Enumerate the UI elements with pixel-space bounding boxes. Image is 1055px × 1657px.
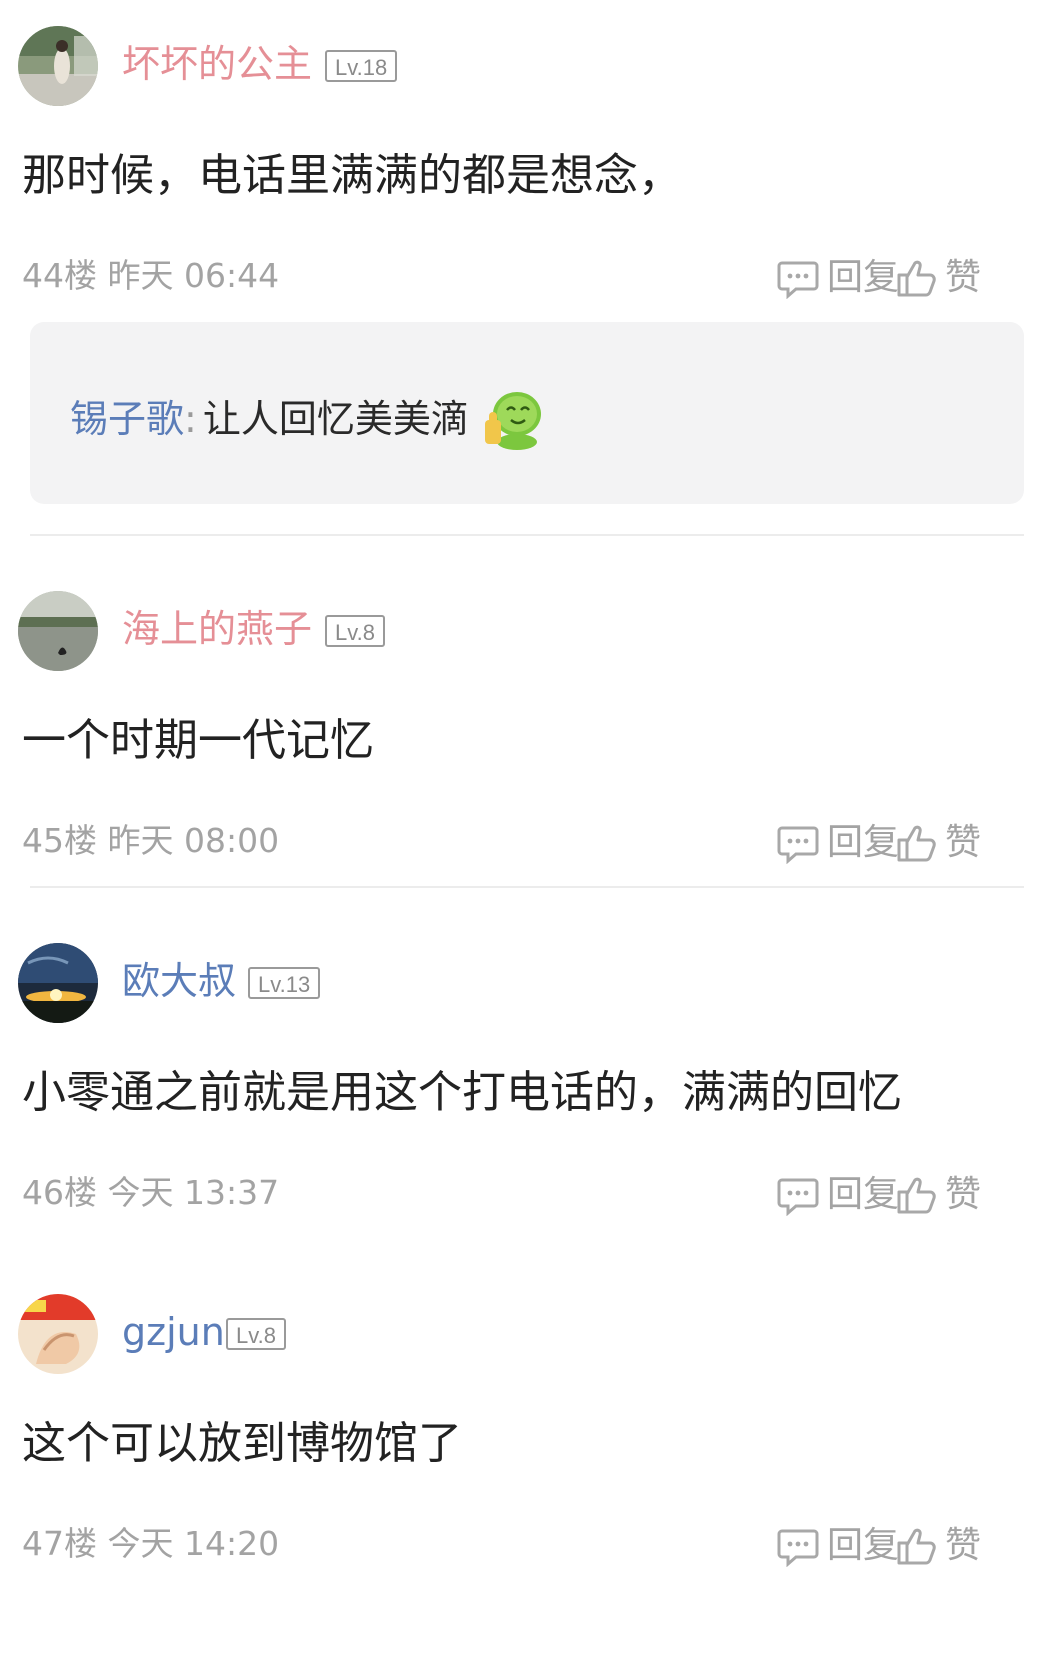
like-label: 赞	[945, 1174, 982, 1215]
reply-label: 回复	[827, 257, 900, 298]
floor-and-time: 45楼 昨天 08:00	[22, 821, 280, 860]
thumbs-up-icon	[897, 260, 936, 297]
sub-reply: 锡子歌 : 让人回忆美美滴	[70, 384, 547, 454]
user-avatar[interactable]	[18, 1294, 98, 1374]
level-badge: Lv.18	[325, 50, 398, 82]
comment-bubble-icon	[777, 1529, 819, 1567]
username[interactable]: gzjun	[122, 1306, 225, 1358]
reply-label: 回复	[827, 822, 900, 863]
like-button[interactable]: 赞	[895, 252, 981, 304]
reply-label: 回复	[827, 1525, 900, 1566]
floor-and-time: 46楼 今天 13:37	[22, 1173, 280, 1212]
sub-reply-box[interactable]: 锡子歌 : 让人回忆美美滴	[30, 322, 1024, 504]
like-label: 赞	[945, 1525, 982, 1566]
post-content: 这个可以放到博物馆了	[22, 1418, 462, 1469]
floor-and-time: 47楼 今天 14:20	[22, 1524, 280, 1563]
thumbs-up-icon	[897, 1528, 936, 1565]
username[interactable]: 坏坏的公主	[122, 38, 312, 90]
post-content: 小零通之前就是用这个打电话的，满满的回忆	[22, 1067, 902, 1118]
comment-bubble-icon	[777, 261, 819, 299]
reply-button[interactable]: 回复	[777, 1520, 899, 1572]
sub-reply-colon: :	[184, 397, 197, 441]
level-badge: Lv.13	[248, 967, 321, 999]
thumbs-up-icon	[897, 1177, 936, 1214]
comment-bubble-icon	[777, 826, 819, 864]
thumbs-up-icon	[897, 825, 936, 862]
post-content: 一个时期一代记忆	[22, 715, 374, 766]
user-avatar[interactable]	[18, 591, 98, 671]
user-avatar[interactable]	[18, 943, 98, 1023]
like-button[interactable]: 赞	[895, 1520, 981, 1572]
username[interactable]: 海上的燕子	[122, 603, 312, 655]
thumbs-up-green-emoji-icon	[484, 392, 541, 450]
like-button[interactable]: 赞	[895, 817, 981, 869]
reply-label: 回复	[827, 1174, 900, 1215]
reply-button[interactable]: 回复	[777, 1169, 899, 1221]
divider	[30, 886, 1024, 888]
username[interactable]: 欧大叔	[122, 955, 236, 1007]
user-avatar[interactable]	[18, 26, 98, 106]
reply-button[interactable]: 回复	[777, 252, 899, 304]
floor-and-time: 44楼 昨天 06:44	[22, 256, 280, 295]
like-label: 赞	[945, 257, 982, 298]
like-label: 赞	[945, 822, 982, 863]
level-badge: Lv.8	[325, 615, 385, 647]
sub-reply-text: 让人回忆美美滴	[202, 397, 469, 441]
level-badge: Lv.8	[226, 1318, 286, 1350]
reply-button[interactable]: 回复	[777, 817, 899, 869]
like-button[interactable]: 赞	[895, 1169, 981, 1221]
sub-reply-username[interactable]: 锡子歌	[70, 391, 184, 447]
post-content: 那时候，电话里满满的都是想念，	[22, 150, 682, 201]
divider	[30, 534, 1024, 536]
comment-bubble-icon	[777, 1178, 819, 1216]
